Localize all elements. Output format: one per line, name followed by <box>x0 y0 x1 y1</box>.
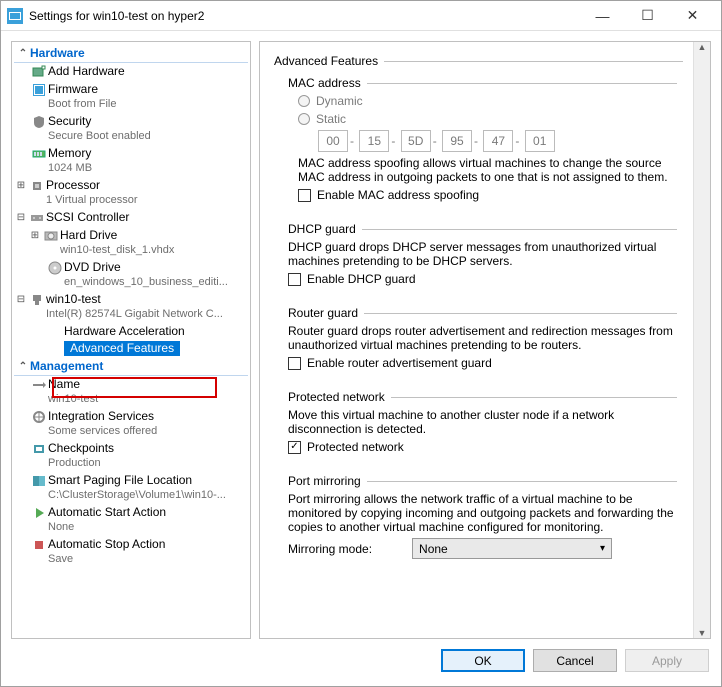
memory-icon <box>30 146 48 162</box>
cpu-icon <box>28 178 46 194</box>
tree-section-hardware[interactable]: ⌃ Hardware <box>14 44 248 63</box>
radio-mac-static: Static <box>298 112 677 126</box>
tree-item-hardware-acceleration[interactable]: Hardware Acceleration <box>14 323 248 340</box>
details-heading: Advanced Features <box>274 54 378 68</box>
tree-section-label: Hardware <box>30 46 85 60</box>
maximize-button[interactable]: ☐ <box>625 1 670 31</box>
mac-address-fields: 00- 15- 5D- 95- 47- 01 <box>298 130 677 152</box>
mac-segment-0: 00 <box>318 130 348 152</box>
collapse-icon: ⌃ <box>18 48 28 59</box>
tree-item-checkpoints[interactable]: CheckpointsProduction <box>14 440 248 472</box>
advanced-features-label: Advanced Features <box>70 341 174 356</box>
mirror-mode-dropdown[interactable]: None ▾ <box>412 538 612 559</box>
radio-icon <box>298 95 310 107</box>
dialog-buttons: OK Cancel Apply <box>1 639 721 686</box>
auto-start-icon <box>30 505 48 521</box>
expand-icon[interactable]: ⊞ <box>30 228 40 243</box>
app-icon <box>7 8 23 24</box>
router-description: Router guard drops router advertisement … <box>288 324 677 352</box>
mac-segment-2: 5D <box>401 130 431 152</box>
tree-item-memory[interactable]: Memory1024 MB <box>14 145 248 177</box>
mirror-mode-label: Mirroring mode: <box>288 542 372 556</box>
tree-section-label: Management <box>30 359 103 373</box>
apply-button: Apply <box>625 649 709 672</box>
integration-icon <box>30 409 48 425</box>
radio-icon <box>298 113 310 125</box>
tree-item-processor[interactable]: ⊞ Processor1 Virtual processor <box>14 177 248 209</box>
tree-item-network-adapter[interactable]: ⊟ win10-testIntel(R) 82574L Gigabit Netw… <box>14 291 248 323</box>
collapse-icon[interactable]: ⊟ <box>16 210 26 225</box>
checkbox-dhcp-guard[interactable]: Enable DHCP guard <box>288 272 677 286</box>
mirror-mode-value: None <box>419 542 448 556</box>
window-title: Settings for win10-test on hyper2 <box>29 9 580 23</box>
checkpoints-icon <box>30 441 48 457</box>
tree-item-firmware[interactable]: FirmwareBoot from File <box>14 81 248 113</box>
chevron-down-icon: ▾ <box>600 543 605 554</box>
expand-icon[interactable]: ⊞ <box>16 178 26 193</box>
tree-item-advanced-features[interactable]: Advanced Features <box>14 340 248 357</box>
tree-item-dvd-drive[interactable]: DVD Driveen_windows_10_business_editi... <box>14 259 248 291</box>
close-button[interactable]: ✕ <box>670 1 715 31</box>
tree-item-auto-stop[interactable]: Automatic Stop ActionSave <box>14 536 248 568</box>
add-hardware-icon <box>30 64 48 80</box>
mac-segment-3: 95 <box>442 130 472 152</box>
collapse-icon[interactable]: ⊟ <box>16 292 26 307</box>
group-dhcp-title: DHCP guard <box>288 222 356 236</box>
checkbox-icon <box>298 189 311 202</box>
group-mirror-title: Port mirroring <box>288 474 361 488</box>
tree-item-smart-paging[interactable]: Smart Paging File LocationC:\ClusterStor… <box>14 472 248 504</box>
tree-item-security[interactable]: SecuritySecure Boot enabled <box>14 113 248 145</box>
mirror-description: Port mirroring allows the network traffi… <box>288 492 677 534</box>
dhcp-description: DHCP guard drops DHCP server messages fr… <box>288 240 677 268</box>
group-protected-title: Protected network <box>288 390 385 404</box>
radio-mac-dynamic: Dynamic <box>298 94 677 108</box>
titlebar: Settings for win10-test on hyper2 — ☐ ✕ <box>1 1 721 31</box>
name-icon <box>30 377 48 393</box>
checkbox-protected-network[interactable]: ✓ Protected network <box>288 440 677 454</box>
shield-icon <box>30 114 48 130</box>
ok-button[interactable]: OK <box>441 649 525 672</box>
scroll-up-icon[interactable]: ▲ <box>698 42 707 52</box>
paging-icon <box>30 473 48 489</box>
tree-item-auto-start[interactable]: Automatic Start ActionNone <box>14 504 248 536</box>
network-icon <box>28 292 46 308</box>
minimize-button[interactable]: — <box>580 1 625 31</box>
controller-icon <box>28 210 46 226</box>
tree-item-name[interactable]: Namewin10-test <box>14 376 248 408</box>
mac-segment-1: 15 <box>359 130 389 152</box>
checkbox-icon <box>288 357 301 370</box>
protected-description: Move this virtual machine to another clu… <box>288 408 677 436</box>
collapse-icon: ⌃ <box>18 361 28 372</box>
navigation-tree[interactable]: ⌃ Hardware Add Hardware FirmwareBoot fro… <box>11 41 251 639</box>
details-pane: Advanced Features MAC address Dynamic St… <box>259 41 711 639</box>
tree-item-scsi-controller[interactable]: ⊟ SCSI Controller <box>14 209 248 227</box>
tree-section-management[interactable]: ⌃ Management <box>14 357 248 376</box>
settings-window: Settings for win10-test on hyper2 — ☐ ✕ … <box>0 0 722 687</box>
tree-item-integration-services[interactable]: Integration ServicesSome services offere… <box>14 408 248 440</box>
mac-segment-5: 01 <box>525 130 555 152</box>
scroll-down-icon[interactable]: ▼ <box>698 628 707 638</box>
vertical-scrollbar[interactable]: ▲ ▼ <box>693 42 710 638</box>
mac-segment-4: 47 <box>483 130 513 152</box>
auto-stop-icon <box>30 537 48 553</box>
checkbox-router-guard[interactable]: Enable router advertisement guard <box>288 356 677 370</box>
tree-item-hard-drive[interactable]: ⊞ Hard Drivewin10-test_disk_1.vhdx <box>14 227 248 259</box>
dvd-icon <box>46 260 64 276</box>
group-mac-title: MAC address <box>288 76 361 90</box>
cancel-button[interactable]: Cancel <box>533 649 617 672</box>
tree-item-add-hardware[interactable]: Add Hardware <box>14 63 248 81</box>
checkbox-icon <box>288 273 301 286</box>
group-router-title: Router guard <box>288 306 358 320</box>
checkbox-checked-icon: ✓ <box>288 441 301 454</box>
firmware-icon <box>30 82 48 98</box>
checkbox-mac-spoofing[interactable]: Enable MAC address spoofing <box>298 188 677 202</box>
mac-spoof-description: MAC address spoofing allows virtual mach… <box>298 156 677 184</box>
hard-drive-icon <box>42 228 60 244</box>
